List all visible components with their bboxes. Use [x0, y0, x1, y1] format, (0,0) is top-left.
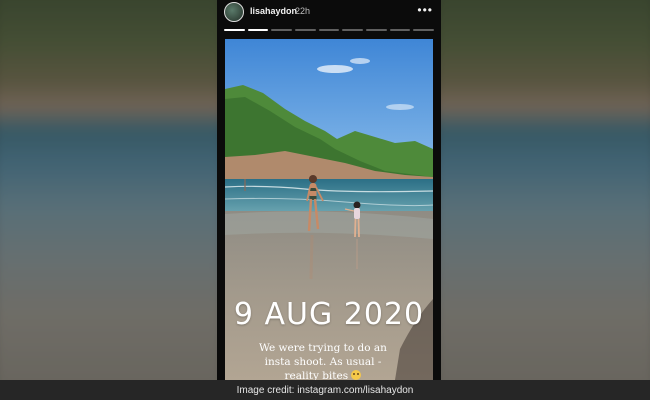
progress-segment — [318, 29, 340, 31]
progress-segment — [413, 29, 435, 31]
story-progress-bar — [224, 29, 435, 31]
progress-segment — [366, 29, 387, 31]
caption-line-1: We were trying to do an — [259, 342, 387, 354]
caption-line-2: insta shoot. As usual - — [264, 356, 382, 368]
progress-segment — [271, 29, 293, 31]
username[interactable]: lisahaydon — [250, 6, 297, 16]
progress-segment — [389, 29, 411, 31]
story-viewer: lisahaydon 22h ••• 9 AUG 2020 We were tr… — [217, 0, 441, 380]
story-photo: 9 AUG 2020 We were trying to do an insta… — [225, 39, 433, 380]
image-credit-bar: Image credit: instagram.com/lisahaydon — [0, 380, 650, 400]
caption-line-3: reality bites — [284, 370, 349, 380]
progress-segment — [295, 29, 316, 31]
story-date-text: 9 AUG 2020 — [233, 297, 425, 332]
time-ago: 22h — [295, 6, 311, 16]
image-credit: Image credit: instagram.com/lisahaydon — [236, 384, 414, 396]
story-header: lisahaydon 22h ••• — [217, 0, 441, 28]
more-horizontal-icon[interactable]: ••• — [417, 3, 433, 17]
blurred-backdrop-left — [0, 0, 217, 380]
progress-segment — [224, 29, 245, 31]
grimacing-emoji-icon — [351, 370, 362, 380]
progress-segment — [247, 29, 269, 31]
blurred-backdrop-right — [441, 0, 650, 380]
progress-segment — [342, 29, 364, 31]
story-caption: We were trying to do an insta shoot. As … — [243, 341, 403, 380]
avatar[interactable] — [224, 2, 244, 22]
